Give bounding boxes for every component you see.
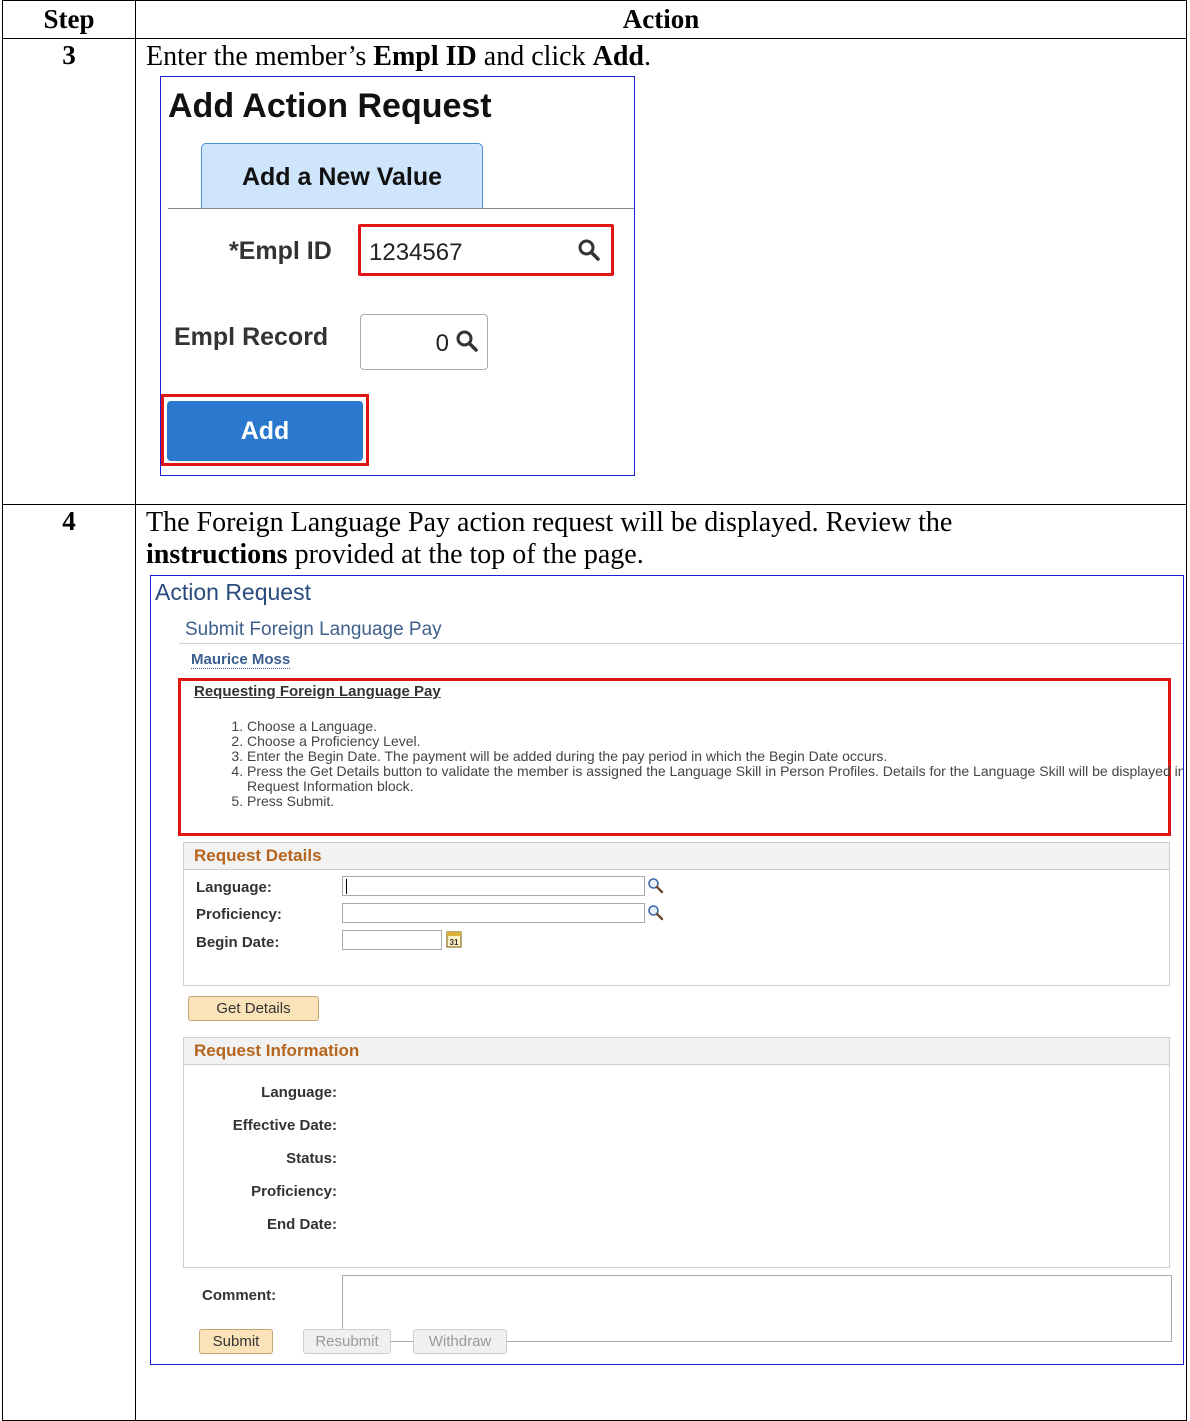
request-information-heading: Request Information: [184, 1038, 1169, 1065]
info-status-label: Status:: [286, 1150, 337, 1167]
tab-divider: [168, 208, 634, 209]
submit-button[interactable]: Submit: [199, 1329, 273, 1354]
resubmit-button: Resubmit: [303, 1329, 391, 1354]
procedure-table: Step Action 3 Enter the member’s Empl ID…: [2, 0, 1187, 1421]
step-instruction: The Foreign Language Pay action request …: [146, 507, 953, 570]
table-header-row: Step Action: [2, 0, 1187, 39]
action-request-screenshot: Action Request Submit Foreign Language P…: [150, 575, 1184, 1365]
emphasis-add: Add: [592, 41, 644, 72]
info-language-label: Language:: [261, 1084, 337, 1101]
page-title: Action Request: [155, 579, 311, 605]
page-subtitle: Submit Foreign Language Pay: [185, 619, 442, 640]
comment-label: Comment:: [202, 1287, 277, 1304]
emphasis-empl-id: Empl ID: [373, 41, 477, 72]
instructions-heading: Requesting Foreign Language Pay: [194, 683, 441, 700]
list-item: Choose a Proficiency Level.: [247, 734, 1183, 749]
add-action-request-screenshot: Add Action Request Add a New Value *Empl…: [160, 76, 635, 476]
get-details-button[interactable]: Get Details: [188, 996, 319, 1021]
tab-add-new-value[interactable]: Add a New Value: [201, 143, 483, 208]
list-item: Enter the Begin Date. The payment will b…: [247, 749, 1183, 764]
search-icon[interactable]: [577, 238, 601, 267]
step-number: 4: [2, 504, 136, 1421]
calendar-icon[interactable]: 31: [446, 930, 462, 953]
empl-id-value: 1234567: [369, 239, 463, 266]
table-row: 3 Enter the member’s Empl ID and click A…: [2, 38, 1187, 505]
request-information-section: Request Information Language: Effective …: [183, 1037, 1170, 1268]
info-proficiency-label: Proficiency:: [251, 1183, 337, 1200]
language-input[interactable]: [342, 876, 645, 896]
search-icon[interactable]: [647, 904, 664, 926]
list-item: Choose a Language.: [247, 719, 1183, 734]
step-action-cell: Enter the member’s Empl ID and click Add…: [135, 38, 1187, 505]
svg-text:31: 31: [450, 938, 459, 947]
proficiency-input[interactable]: [342, 903, 645, 923]
page-title: Add Action Request: [168, 87, 492, 125]
text-cursor: [346, 879, 347, 894]
emphasis-instructions: instructions: [146, 539, 288, 570]
header-step: Step: [2, 0, 136, 39]
begin-date-label: Begin Date:: [196, 934, 280, 951]
step-instruction: Enter the member’s Empl ID and click Add…: [146, 41, 651, 72]
empl-id-label: *Empl ID: [229, 237, 332, 265]
search-icon[interactable]: [647, 877, 664, 899]
header-action: Action: [135, 0, 1187, 39]
request-details-heading: Request Details: [184, 843, 1169, 870]
search-icon[interactable]: [455, 329, 479, 358]
table-row: 4 The Foreign Language Pay action reques…: [2, 504, 1187, 1421]
empl-id-field[interactable]: 1234567: [358, 224, 614, 276]
member-name-link[interactable]: Maurice Moss: [191, 651, 291, 669]
subtitle-divider: [179, 643, 1183, 644]
empl-record-value: 0: [435, 330, 449, 357]
list-item: Press the Get Details button to validate…: [247, 764, 1183, 794]
proficiency-label: Proficiency:: [196, 906, 282, 923]
step-action-cell: The Foreign Language Pay action request …: [135, 504, 1187, 1421]
info-effective-date-label: Effective Date:: [232, 1117, 337, 1134]
empl-record-label: Empl Record: [174, 323, 329, 351]
step-number: 3: [2, 38, 136, 505]
begin-date-input[interactable]: [342, 930, 442, 950]
language-label: Language:: [196, 879, 272, 896]
empl-record-field[interactable]: 0: [360, 314, 488, 370]
request-details-section: Request Details Language: Proficiency: B…: [183, 842, 1170, 986]
list-item: Press Submit.: [247, 794, 1183, 809]
info-end-date-label: End Date:: [266, 1216, 337, 1233]
add-button[interactable]: Add: [167, 401, 363, 461]
withdraw-button: Withdraw: [413, 1329, 507, 1354]
instructions-list: Choose a Language. Choose a Proficiency …: [193, 719, 1183, 809]
